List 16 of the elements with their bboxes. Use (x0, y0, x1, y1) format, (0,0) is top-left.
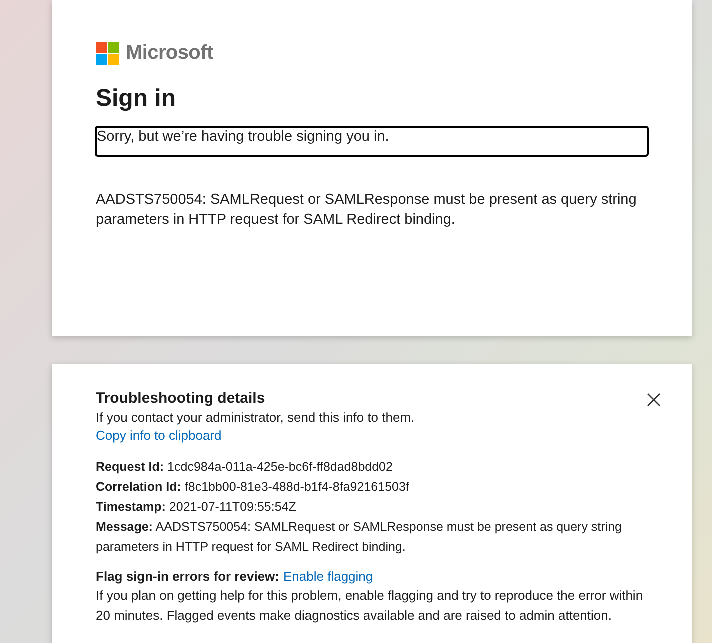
copy-link[interactable]: Copy info to clipboard (96, 428, 222, 443)
error-notice: Sorry, but we’re having trouble signing you in. (95, 126, 649, 157)
section-subtitle: If you contact your administrator, send this info to them. (96, 410, 416, 425)
section-title: Troubleshooting details (96, 390, 266, 407)
enable-flagging-link[interactable]: Enable flagging (284, 569, 374, 584)
detail-line: Request Id: 1cdc984a-011a-425e-bc6f-ff8dad8bdd02 (96, 459, 394, 476)
brand-name: Microsoft (126, 42, 214, 65)
flag-label: Flag sign-in errors for review: (96, 569, 280, 584)
logo-icon (96, 42, 119, 65)
page-title: Sign in (96, 85, 177, 113)
detail-line: Message: AADSTS750054: SAMLRequest or SAMLResponse must be present as query string parameters in HTTP request for SAML Redirect binding. (96, 519, 623, 556)
detail-line: Correlation Id: f8c1bb00-81e3-488d-b1f4-8fa92161503f (96, 479, 410, 496)
flag-description: If you plan on getting help for this problem, enable flagging and try to reproduce the error within 20 minutes. Flagged events make diagnostics available and are raised to admin attention. (96, 587, 644, 625)
detail-line: Timestamp: 2021-07-11T09:55:54Z (96, 499, 298, 516)
error-message: AADSTS750054: SAMLRequest or SAMLResponse must be present as query string parameters in HTTP request for SAML Redirect binding. (96, 191, 638, 230)
close-button[interactable] (646, 392, 662, 408)
